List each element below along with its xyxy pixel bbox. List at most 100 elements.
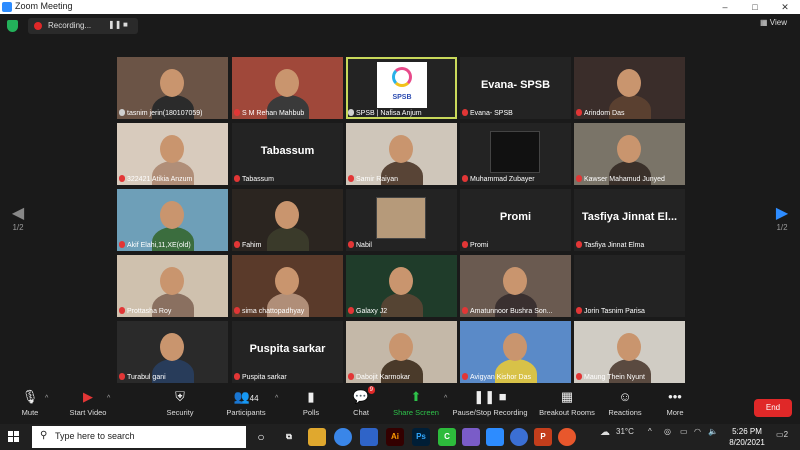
muted-mic-icon [234, 109, 240, 116]
view-button[interactable]: ▦ View [760, 18, 787, 27]
weather-icon[interactable]: ☁ [600, 427, 610, 438]
taskbar-clock[interactable]: 5:26 PM 8/20/2021 [724, 426, 770, 448]
windows-start-icon[interactable] [8, 431, 20, 443]
shield-icon[interactable] [7, 20, 18, 32]
participant-name-label: Turabul gani [119, 373, 226, 381]
pause-icon[interactable]: ❚❚ [108, 20, 121, 29]
prev-page-control[interactable]: ◀ 1/2 [3, 205, 33, 232]
participant-tile[interactable]: Tabassum Tabassum [232, 123, 343, 185]
muted-mic-icon [348, 373, 354, 380]
pause-stop-recording-button[interactable]: ❚❚ ■ Pause/Stop Recording [452, 386, 528, 417]
participant-tile[interactable]: Samir Raiyan [346, 123, 457, 185]
tray-overflow-icon[interactable]: ^ [648, 427, 652, 436]
audio-options-caret[interactable]: ^ [45, 395, 48, 402]
participant-tile[interactable]: Puspita sarkar Puspita sarkar [232, 321, 343, 383]
participants-options-caret[interactable]: ^ [275, 395, 278, 402]
chat-button[interactable]: 💬 9 Chat [331, 386, 391, 417]
camtasia-icon[interactable]: C [438, 428, 456, 446]
taskbar-search-input[interactable]: ⚲ Type here to search [32, 426, 246, 448]
participant-name-label: tasnim jerin(180107059) [119, 109, 226, 117]
stop-icon[interactable]: ■ [123, 20, 128, 29]
muted-mic-icon [234, 373, 240, 380]
participant-tile[interactable]: S M Rehan Mahbub [232, 57, 343, 119]
chevron-right-icon[interactable]: ▶ [767, 205, 797, 223]
meeting-controls: 🎙 Mute ^ ▶ Start Video ^ ⛨ Security 👥44 … [0, 383, 800, 424]
participant-tile[interactable]: Evana- SPSB Evana- SPSB [460, 57, 571, 119]
participant-tile[interactable]: SPSB SPSB | Nafisa Anjum [346, 57, 457, 119]
participant-face [160, 135, 184, 163]
video-options-caret[interactable]: ^ [107, 395, 110, 402]
participant-tile[interactable]: Jorin Tasnim Parisa [574, 255, 685, 317]
share-screen-button[interactable]: ⬆ Share Screen [386, 386, 446, 417]
illustrator-icon[interactable]: Ai [386, 428, 404, 446]
firefox-icon[interactable] [558, 428, 576, 446]
pause-stop-recording-label: Pause/Stop Recording [452, 408, 528, 417]
security-label: Security [166, 408, 194, 417]
ellipsis-icon: ••• [668, 389, 682, 404]
participant-tile[interactable]: Arindom Das [574, 57, 685, 119]
participant-name-label: Fahim [234, 241, 341, 249]
participant-tile[interactable]: Amatunnoor Bushra Son... [460, 255, 571, 317]
participant-name-label: Galaxy J2 [348, 307, 455, 315]
participant-name: Evana- SPSB [470, 110, 513, 117]
photoshop-icon[interactable]: Ps [412, 428, 430, 446]
mute-button[interactable]: 🎙 Mute [0, 386, 60, 417]
participant-tile[interactable]: Akif Elahi,11,XE(old) [117, 189, 228, 251]
share-options-caret[interactable]: ^ [444, 395, 447, 402]
participant-face [503, 333, 527, 361]
battery-icon[interactable]: ▭ [680, 427, 688, 436]
zoom-taskbar-icon[interactable] [486, 428, 504, 446]
security-button[interactable]: ⛨ Security [150, 386, 210, 417]
participant-tile[interactable]: Tasfiya Jinnat El... Tasfiya Jinnat Elma [574, 189, 685, 251]
participant-name: Promi [470, 242, 489, 249]
participant-tile[interactable]: Fahim [232, 189, 343, 251]
participant-tile[interactable]: Dabojit Karmokar [346, 321, 457, 383]
chrome-icon[interactable] [334, 428, 352, 446]
participant-tile[interactable]: sima chattopadhyay [232, 255, 343, 317]
wifi-icon[interactable]: ◠ [694, 427, 701, 436]
clock-date: 8/20/2021 [729, 438, 765, 447]
close-button[interactable]: ✕ [770, 0, 800, 14]
participant-name-label: Dabojit Karmokar [348, 373, 455, 381]
end-meeting-button[interactable]: End [754, 399, 792, 417]
teams-icon[interactable] [360, 428, 378, 446]
participant-tile[interactable]: Nabil [346, 189, 457, 251]
more-button[interactable]: ••• More [645, 386, 705, 417]
participant-tile[interactable]: Kawser Mahamud Junyed [574, 123, 685, 185]
powerpoint-icon[interactable]: P [534, 428, 552, 446]
mic-icon [348, 109, 354, 116]
cortana-icon[interactable]: ○ [252, 428, 270, 446]
chevron-left-icon[interactable]: ◀ [3, 205, 33, 223]
zoom-logo-icon [2, 2, 12, 12]
edge-icon[interactable] [510, 428, 528, 446]
participant-display-name: Puspita sarkar [249, 343, 326, 355]
notifications-icon[interactable]: ▭2 [776, 430, 788, 439]
maximize-button[interactable]: □ [740, 0, 770, 14]
participant-tile[interactable]: Turabul gani [117, 321, 228, 383]
muted-mic-icon [348, 241, 354, 248]
participant-tile[interactable]: Prottasha Roy [117, 255, 228, 317]
task-view-icon[interactable]: ⧉ [280, 428, 298, 446]
participant-name-label: Tasfiya Jinnat Elma [576, 241, 683, 249]
participant-tile[interactable]: Maung Thein Nyunt [574, 321, 685, 383]
app-icon[interactable] [462, 428, 480, 446]
participant-tile[interactable]: Promi Promi [460, 189, 571, 251]
participant-tile[interactable]: Galaxy J2 [346, 255, 457, 317]
participant-tile[interactable]: Avigyan Kishor Das [460, 321, 571, 383]
weather-temperature[interactable]: 31°C [616, 427, 634, 436]
participant-tile[interactable]: tasnim jerin(180107059) [117, 57, 228, 119]
participant-display-name: Evana- SPSB [480, 79, 551, 91]
participant-tile[interactable]: Muhammad Zubayer [460, 123, 571, 185]
participant-name: Akif Elahi,11,XE(old) [127, 242, 191, 249]
participant-tile[interactable]: 322421 Atikia Anzum [117, 123, 228, 185]
next-page-control[interactable]: ▶ 1/2 [767, 205, 797, 232]
volume-icon[interactable]: 🔈 [708, 427, 718, 436]
chat-bubble-icon: 💬 [352, 389, 370, 404]
network-icon[interactable]: ◎ [664, 427, 671, 436]
breakout-rooms-button[interactable]: ▦ Breakout Rooms [535, 386, 599, 417]
participant-name-label: Arindom Das [576, 109, 683, 117]
participant-name-label: Maung Thein Nyunt [576, 373, 683, 381]
minimize-button[interactable]: – [710, 0, 740, 14]
participants-button[interactable]: 👥44 Participants [216, 386, 276, 417]
file-explorer-icon[interactable] [308, 428, 326, 446]
